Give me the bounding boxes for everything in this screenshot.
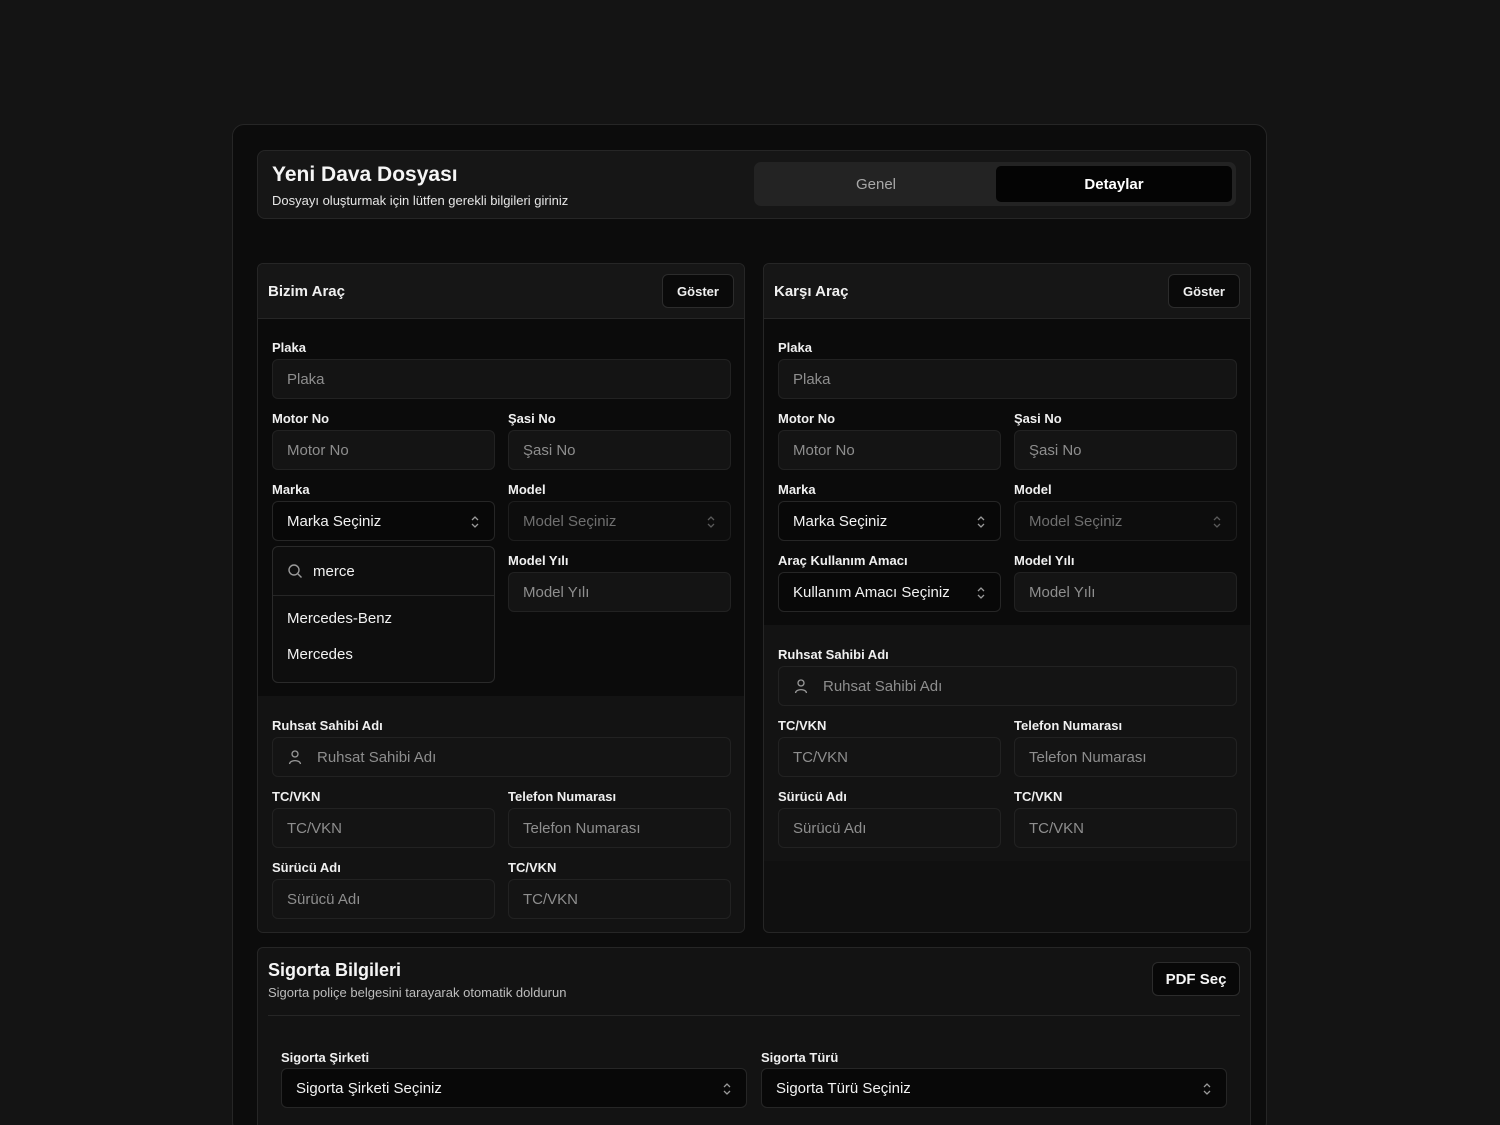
- chassis-no-label: Şasi No: [1014, 411, 1062, 426]
- plate-label: Plaka: [272, 340, 306, 355]
- owner-name-input[interactable]: Ruhsat Sahibi Adı: [272, 737, 731, 777]
- other-vehicle-panel: Karşı Araç Göster Plaka Plaka Motor No M…: [763, 263, 1251, 933]
- driver-tc-vkn-label: TC/VKN: [1014, 789, 1063, 804]
- chassis-no-input[interactable]: Şasi No: [1014, 430, 1237, 470]
- driver-tc-vkn-input[interactable]: TC/VKN: [1014, 808, 1237, 848]
- engine-no-label: Motor No: [778, 411, 836, 426]
- phone-input[interactable]: Telefon Numarası: [508, 808, 731, 848]
- engine-no-label: Motor No: [272, 411, 330, 426]
- owner-name-label: Ruhsat Sahibi Adı: [272, 718, 383, 733]
- owner-name-placeholder: Ruhsat Sahibi Adı: [317, 748, 437, 766]
- form-header: Yeni Dava Dosyası Dosyayı oluşturmak içi…: [257, 150, 1251, 219]
- engine-no-input[interactable]: Motor No: [272, 430, 495, 470]
- tc-vkn-input[interactable]: TC/VKN: [272, 808, 495, 848]
- model-label: Model: [1014, 482, 1052, 497]
- model-year-input[interactable]: Model Yılı: [508, 572, 731, 612]
- chevron-updown-icon: [1213, 516, 1221, 528]
- insurance-type-value: Sigorta Türü Seçiniz: [776, 1079, 911, 1097]
- driver-tc-vkn-input[interactable]: TC/VKN: [508, 879, 731, 919]
- user-icon: [794, 679, 808, 694]
- usage-purpose-value: Kullanım Amacı Seçiniz: [793, 583, 950, 601]
- page-title: Yeni Dava Dosyası: [272, 163, 458, 186]
- model-year-label: Model Yılı: [508, 553, 569, 568]
- brand-select-value: Marka Seçiniz: [287, 512, 382, 530]
- chassis-no-label: Şasi No: [508, 411, 556, 426]
- phone-label: Telefon Numarası: [508, 789, 617, 804]
- brand-select[interactable]: Marka Seçiniz: [272, 501, 495, 541]
- insurance-panel: Sigorta Bilgileri Sigorta poliçe belgesi…: [257, 947, 1251, 1125]
- brand-select-value: Marka Seçiniz: [793, 512, 888, 530]
- brand-dropdown: merce Mercedes-Benz Mercedes: [272, 546, 495, 683]
- model-select-value: Model Seçiniz: [1029, 512, 1123, 530]
- brand-select[interactable]: Marka Seçiniz: [778, 501, 1001, 541]
- chassis-no-input[interactable]: Şasi No: [508, 430, 731, 470]
- brand-search-value: merce: [313, 562, 355, 580]
- insurance-subtitle: Sigorta poliçe belgesini tarayarak otoma…: [268, 985, 567, 1000]
- engine-no-input[interactable]: Motor No: [778, 430, 1001, 470]
- chevron-updown-icon: [977, 587, 985, 599]
- owner-name-label: Ruhsat Sahibi Adı: [778, 647, 889, 662]
- chevron-updown-icon: [471, 516, 479, 528]
- insurance-type-select[interactable]: Sigorta Türü Seçiniz: [761, 1068, 1227, 1108]
- model-year-input[interactable]: Model Yılı: [1014, 572, 1237, 612]
- brand-label: Marka: [272, 482, 310, 497]
- our-vehicle-header: Bizim Araç Göster: [258, 264, 744, 319]
- plate-input[interactable]: Plaka: [778, 359, 1237, 399]
- owner-name-input[interactable]: Ruhsat Sahibi Adı: [778, 666, 1237, 706]
- brand-search-input[interactable]: merce: [273, 547, 494, 596]
- tc-vkn-input[interactable]: TC/VKN: [778, 737, 1001, 777]
- model-select[interactable]: Model Seçiniz: [1014, 501, 1237, 541]
- page-subtitle: Dosyayı oluşturmak için lütfen gerekli b…: [272, 193, 569, 208]
- our-vehicle-panel: Bizim Araç Göster Plaka Plaka Motor No M…: [257, 263, 745, 933]
- usage-purpose-label: Araç Kullanım Amacı: [778, 553, 908, 568]
- phone-label: Telefon Numarası: [1014, 718, 1123, 733]
- driver-name-label: Sürücü Adı: [778, 789, 847, 804]
- plate-label: Plaka: [778, 340, 812, 355]
- tab-detaylar[interactable]: Detaylar: [996, 166, 1232, 202]
- pdf-select-button[interactable]: PDF Seç: [1152, 962, 1240, 996]
- tab-list: Genel Detaylar: [754, 162, 1236, 206]
- driver-tc-vkn-label: TC/VKN: [508, 860, 557, 875]
- user-icon: [288, 750, 302, 765]
- brand-option[interactable]: Mercedes-Benz: [287, 610, 392, 627]
- other-vehicle-title: Karşı Araç: [774, 283, 849, 300]
- brand-option[interactable]: Mercedes: [287, 646, 353, 663]
- our-vehicle-show-button[interactable]: Göster: [662, 274, 734, 308]
- driver-name-label: Sürücü Adı: [272, 860, 341, 875]
- model-select-value: Model Seçiniz: [523, 512, 617, 530]
- insurance-company-label: Sigorta Şirketi: [281, 1050, 370, 1065]
- chevron-updown-icon: [977, 516, 985, 528]
- brand-label: Marka: [778, 482, 816, 497]
- insurance-company-select[interactable]: Sigorta Şirketi Seçiniz: [281, 1068, 747, 1108]
- insurance-divider: [268, 1015, 1240, 1016]
- other-vehicle-header: Karşı Araç Göster: [764, 264, 1250, 319]
- our-vehicle-title: Bizim Araç: [268, 283, 345, 300]
- chevron-updown-icon: [1203, 1083, 1211, 1095]
- usage-purpose-select[interactable]: Kullanım Amacı Seçiniz: [778, 572, 1001, 612]
- insurance-type-label: Sigorta Türü: [761, 1050, 839, 1065]
- chevron-updown-icon: [707, 516, 715, 528]
- other-vehicle-show-button[interactable]: Göster: [1168, 274, 1240, 308]
- model-select[interactable]: Model Seçiniz: [508, 501, 731, 541]
- tab-genel[interactable]: Genel: [758, 166, 994, 202]
- owner-name-placeholder: Ruhsat Sahibi Adı: [823, 677, 943, 695]
- model-year-label: Model Yılı: [1014, 553, 1075, 568]
- search-icon: [288, 564, 302, 578]
- driver-name-input[interactable]: Sürücü Adı: [778, 808, 1001, 848]
- insurance-company-value: Sigorta Şirketi Seçiniz: [296, 1079, 442, 1097]
- plate-input[interactable]: Plaka: [272, 359, 731, 399]
- tc-vkn-label: TC/VKN: [778, 718, 827, 733]
- insurance-title: Sigorta Bilgileri: [268, 960, 402, 980]
- driver-name-input[interactable]: Sürücü Adı: [272, 879, 495, 919]
- tc-vkn-label: TC/VKN: [272, 789, 321, 804]
- chevron-updown-icon: [723, 1083, 731, 1095]
- model-label: Model: [508, 482, 546, 497]
- phone-input[interactable]: Telefon Numarası: [1014, 737, 1237, 777]
